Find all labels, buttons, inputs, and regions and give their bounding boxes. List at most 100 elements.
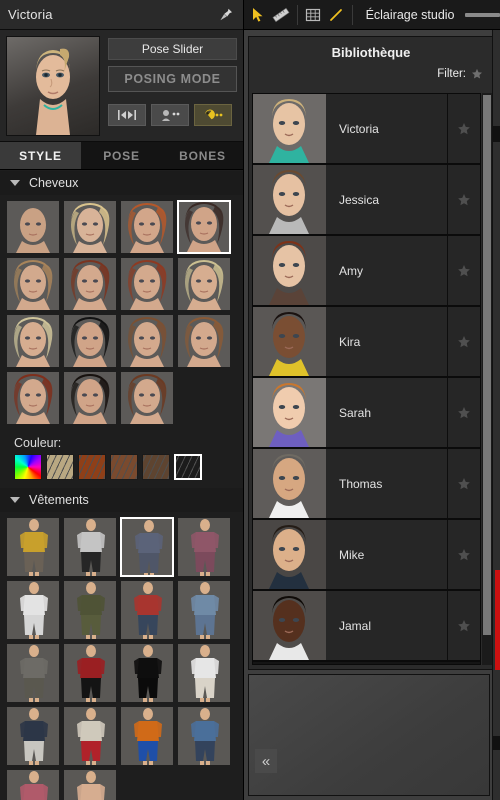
hair-color-color-wheel[interactable] xyxy=(14,454,42,480)
library-row[interactable]: Mike xyxy=(253,520,480,591)
library-scrollbar-thumb[interactable] xyxy=(483,95,491,635)
hair-thumb-curly-blonde[interactable] xyxy=(6,257,60,311)
clothes-thumb-floral-dress[interactable] xyxy=(177,517,231,577)
clothes-thumb-yellow-top-shorts[interactable] xyxy=(6,517,60,577)
favorite-star-icon[interactable] xyxy=(447,307,480,376)
library-scrollbar[interactable] xyxy=(482,93,492,665)
character-panel: Victoria Pose Slider POSING MODE STYLE P… xyxy=(0,0,244,800)
hair-thumb-curly-red[interactable] xyxy=(6,371,60,425)
select-arrow-icon[interactable] xyxy=(248,3,269,27)
favorite-star-icon[interactable] xyxy=(447,449,480,518)
hair-color-black[interactable] xyxy=(174,454,202,480)
hair-thumb-bald[interactable] xyxy=(6,200,60,254)
lighting-slider[interactable] xyxy=(464,12,500,17)
hair-color-copper[interactable] xyxy=(78,454,106,480)
hair-color-swatches xyxy=(0,454,243,488)
favorite-star-icon[interactable] xyxy=(447,94,480,163)
pose-slider-button[interactable]: Pose Slider xyxy=(108,38,237,60)
favorite-star-icon[interactable] xyxy=(447,236,480,305)
library-row[interactable]: Kira xyxy=(253,307,480,378)
library-thumbnail[interactable] xyxy=(253,236,326,305)
clothes-thumb-denim-crop-shorts[interactable] xyxy=(177,580,231,640)
grid-icon[interactable] xyxy=(303,3,324,27)
clothes-thumb-olive-jumpsuit[interactable] xyxy=(63,580,117,640)
clothes-thumb-red-tube-jeans[interactable] xyxy=(120,580,174,640)
hair-color-auburn[interactable] xyxy=(110,454,138,480)
clothes-thumb-black-latex-suit[interactable] xyxy=(120,643,174,703)
clothes-thumb-blue-shirt-skirt[interactable] xyxy=(120,517,174,577)
library-row[interactable]: Thomas xyxy=(253,449,480,520)
library-thumbnail[interactable] xyxy=(253,449,326,518)
library-thumbnail[interactable] xyxy=(253,378,326,447)
clothes-thumb-grey-sweater-boots[interactable] xyxy=(63,517,117,577)
toolbar-separator-2 xyxy=(351,4,353,25)
library-row[interactable]: Jamal xyxy=(253,591,480,662)
hair-color-blonde[interactable] xyxy=(46,454,74,480)
library-row[interactable]: Sarah xyxy=(253,378,480,449)
hair-thumb-black-bob[interactable] xyxy=(63,314,117,368)
favorite-star-icon[interactable] xyxy=(447,378,480,447)
character-list[interactable]: Victoria Jessica Amy Kira Sarah Thomas M… xyxy=(252,93,481,665)
clothes-thumb-leather-red-corset[interactable] xyxy=(63,643,117,703)
library-row[interactable]: Amy xyxy=(253,236,480,307)
library-thumbnail[interactable] xyxy=(253,307,326,376)
clothes-thumb-striped-top-red-pants[interactable] xyxy=(63,706,117,766)
posing-mode-button[interactable]: POSING MODE xyxy=(108,66,237,92)
style-scroll-area[interactable]: Cheveux Couleur: Vêtements xyxy=(0,171,243,800)
hair-thumb-blonde-ponytail[interactable] xyxy=(63,200,117,254)
viewport-3d[interactable]: « xyxy=(248,674,490,796)
character-header: Pose Slider POSING MODE xyxy=(0,30,243,142)
tab-pose[interactable]: POSE xyxy=(81,142,162,169)
hair-thumb-long-auburn[interactable] xyxy=(63,257,117,311)
clothes-thumb-navy-jacket-jeans[interactable] xyxy=(6,706,60,766)
star-icon[interactable] xyxy=(471,68,483,80)
favorite-star-icon[interactable] xyxy=(447,591,480,660)
tab-style[interactable]: STYLE xyxy=(0,142,81,169)
hair-thumb-dark-bob[interactable] xyxy=(177,200,231,254)
section-label-clothes: Vêtements xyxy=(29,493,89,507)
rail-status-indicator xyxy=(495,570,500,670)
library-character-name: Thomas xyxy=(339,476,383,491)
hair-thumb-straw-hat[interactable] xyxy=(177,257,231,311)
chevron-down-icon xyxy=(10,180,20,186)
section-header-hair[interactable]: Cheveux xyxy=(0,171,243,195)
hair-thumb-long-brown[interactable] xyxy=(120,314,174,368)
favorite-star-icon[interactable] xyxy=(447,520,480,589)
filter-label: Filter: xyxy=(437,68,466,80)
clothes-thumb-white-ruffle-dress[interactable] xyxy=(6,580,60,640)
hair-thumb-wavy-red[interactable] xyxy=(120,257,174,311)
line-tool-icon[interactable] xyxy=(326,3,347,27)
hair-thumb-side-brown[interactable] xyxy=(177,314,231,368)
section-header-clothes[interactable]: Vêtements xyxy=(0,488,243,512)
hair-color-brown[interactable] xyxy=(142,454,170,480)
clothes-thumb-denim-jacket-jeans[interactable] xyxy=(177,706,231,766)
library-thumbnail[interactable] xyxy=(253,165,326,234)
clothes-thumbnail-grid xyxy=(0,512,243,800)
hair-thumb-short-ginger[interactable] xyxy=(120,200,174,254)
clothes-thumb-nude-base[interactable] xyxy=(63,769,117,800)
library-row[interactable]: Jessica xyxy=(253,165,480,236)
library-row[interactable]: Victoria xyxy=(253,94,480,165)
clothes-thumb-orange-jacket-blue-jeans[interactable] xyxy=(120,706,174,766)
clothes-thumb-bikini[interactable] xyxy=(6,769,60,800)
clothes-thumb-grey-denim-outfit[interactable] xyxy=(6,643,60,703)
eye-look-icon[interactable] xyxy=(194,104,232,126)
favorite-star-icon[interactable] xyxy=(447,165,480,234)
hair-thumb-black-updo[interactable] xyxy=(63,371,117,425)
library-filter[interactable]: Filter: xyxy=(249,62,493,86)
mirror-pose-icon[interactable] xyxy=(108,104,146,126)
library-thumbnail[interactable] xyxy=(253,520,326,589)
tab-bones[interactable]: BONES xyxy=(162,142,243,169)
clothes-thumb-white-blouse[interactable] xyxy=(177,643,231,703)
library-thumbnail[interactable] xyxy=(253,94,326,163)
hair-thumb-wavy-brown[interactable] xyxy=(120,371,174,425)
main-area: Éclairage studio Bibliothèque Filter: Vi… xyxy=(244,0,500,800)
head-target-icon[interactable] xyxy=(151,104,189,126)
hair-thumb-long-platinum[interactable] xyxy=(6,314,60,368)
character-portrait[interactable] xyxy=(6,36,100,136)
library-thumbnail[interactable] xyxy=(253,591,326,660)
pin-icon[interactable] xyxy=(215,4,237,26)
ruler-icon[interactable] xyxy=(271,3,292,27)
library-character-name: Kira xyxy=(339,334,361,349)
chevron-double-left-icon[interactable]: « xyxy=(255,749,277,773)
